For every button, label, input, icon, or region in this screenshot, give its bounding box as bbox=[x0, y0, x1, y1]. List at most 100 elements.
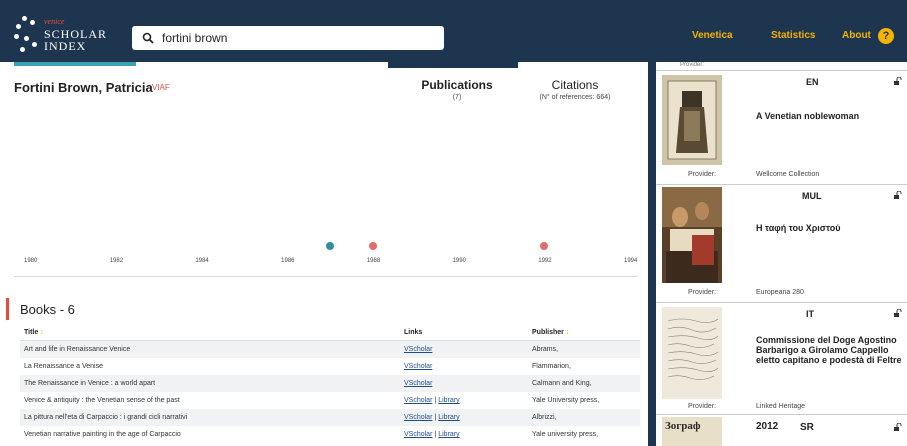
link-vscholar[interactable]: VScholar bbox=[404, 431, 432, 438]
book-publisher: Calmann and King, bbox=[532, 380, 592, 387]
author-name: Fortini Brown, Patricia bbox=[14, 80, 153, 95]
provider-name: Europeana 280 bbox=[756, 289, 804, 296]
related-card[interactable]: Зограф 2012 SR bbox=[656, 414, 907, 446]
timeline-tick-label: 1984 bbox=[195, 258, 209, 264]
provider-label: Provider: bbox=[688, 403, 717, 410]
link-vscholar[interactable]: VScholar bbox=[404, 380, 432, 387]
card-thumbnail: Зограф bbox=[662, 417, 722, 446]
book-title: Venice & antiquity : the Venetian sense … bbox=[24, 397, 180, 404]
logo-mark-icon bbox=[14, 16, 40, 52]
viaf-link[interactable]: VIAF bbox=[152, 83, 170, 92]
provider-name: Linked Heritage bbox=[756, 403, 806, 410]
venice-scholar-index-logo[interactable]: venice SCHOLAR INDEX bbox=[14, 14, 124, 54]
unlock-icon bbox=[894, 77, 902, 85]
card-thumbnail bbox=[662, 307, 722, 399]
link-separator: | bbox=[434, 397, 437, 404]
book-title: La pittura nell'eta di Carpaccio : i gra… bbox=[24, 414, 188, 421]
card-title[interactable]: A Venetian noblewoman bbox=[756, 111, 904, 121]
column-links: Links bbox=[404, 329, 423, 336]
provider-label: Provider: bbox=[688, 289, 717, 296]
logo-index-text: INDEX bbox=[44, 39, 87, 53]
publications-tab[interactable]: Publications bbox=[412, 78, 502, 92]
timeline-tick-label: 1992 bbox=[538, 258, 552, 264]
related-card[interactable]: MUL Η ταφή του Χριστού Provider: Europea… bbox=[656, 184, 907, 300]
book-title: La Renaissance a Venise bbox=[24, 363, 103, 370]
card-thumbnail bbox=[662, 187, 722, 283]
citations-count: (N° of references: 664) bbox=[539, 94, 611, 101]
book-publisher: Yale university press, bbox=[532, 431, 599, 438]
book-title: Venetian narrative painting in the age o… bbox=[24, 431, 181, 438]
search-input[interactable] bbox=[162, 29, 432, 47]
timeline-tick-label: 1980 bbox=[24, 258, 38, 264]
book-links: VScholar bbox=[404, 346, 432, 353]
active-tab-indicator bbox=[14, 62, 136, 66]
table-row: La pittura nell'eta di Carpaccio : i gra… bbox=[20, 409, 640, 426]
nav-statistics[interactable]: Statistics bbox=[771, 30, 815, 41]
book-links: VScholar | Library bbox=[404, 414, 460, 421]
related-card[interactable]: EN A Venetian noblewoman Provider: Wellc… bbox=[656, 70, 907, 182]
link-vscholar[interactable]: VScholar bbox=[404, 363, 432, 370]
help-icon[interactable]: ? bbox=[878, 28, 894, 44]
section-marker bbox=[6, 298, 9, 320]
search-box[interactable] bbox=[132, 26, 444, 50]
top-header: venice SCHOLAR INDEX Venetica Statistics… bbox=[0, 0, 907, 68]
provider-name: Wellcome Collection bbox=[756, 171, 820, 178]
card-year: 2012 bbox=[756, 421, 779, 432]
link-library[interactable]: Library bbox=[438, 431, 459, 438]
books-table: Title ↕ Links Publisher ↕ Art and life i… bbox=[20, 324, 640, 443]
link-separator: | bbox=[434, 431, 437, 438]
search-icon bbox=[142, 32, 154, 44]
book-links: VScholar bbox=[404, 363, 432, 370]
nav-venetica[interactable]: Venetica bbox=[692, 30, 733, 41]
link-vscholar[interactable]: VScholar bbox=[404, 397, 432, 404]
card-language: SR bbox=[800, 422, 814, 433]
timeline-point[interactable] bbox=[368, 242, 377, 250]
link-vscholar[interactable]: VScholar bbox=[404, 414, 432, 421]
thumbnail-text: Зограф bbox=[665, 420, 701, 432]
book-links: VScholar | Library bbox=[404, 397, 460, 404]
timeline-point[interactable] bbox=[326, 242, 334, 250]
table-row: Venice & antiquity : the Venetian sense … bbox=[20, 392, 640, 409]
column-publisher[interactable]: Publisher ↕ bbox=[532, 329, 569, 336]
book-links: VScholar | Library bbox=[404, 431, 460, 438]
publications-tab-indicator bbox=[388, 62, 518, 68]
table-row: Art and life in Renaissance Venice VSchol… bbox=[20, 341, 640, 358]
sort-icon: ↕ bbox=[565, 329, 570, 336]
card-language: IT bbox=[806, 309, 814, 319]
link-vscholar[interactable]: VScholar bbox=[404, 346, 432, 353]
related-card[interactable]: IT Commissione del Doge Agostino Barbari… bbox=[656, 302, 907, 414]
nav-about[interactable]: About bbox=[842, 30, 871, 41]
timeline-tick-label: 1988 bbox=[366, 258, 381, 264]
books-heading: Books - 6 bbox=[20, 302, 75, 317]
unlock-icon bbox=[894, 309, 902, 317]
book-title: The Renaissance in Venice : a world apar… bbox=[24, 380, 156, 387]
timeline-tick-label: 1994 bbox=[624, 258, 638, 264]
unlock-icon bbox=[894, 191, 902, 199]
publications-count: (7) bbox=[452, 94, 462, 101]
provider-label: Provider: bbox=[688, 171, 717, 178]
timeline-point[interactable] bbox=[540, 242, 549, 250]
link-library[interactable]: Library bbox=[438, 397, 459, 404]
unlock-icon bbox=[894, 423, 902, 431]
card-title[interactable]: Commissione del Doge Agostino Barbarigo … bbox=[756, 335, 904, 365]
table-row: Venetian narrative painting in the age o… bbox=[20, 426, 640, 443]
card-language: MUL bbox=[802, 191, 822, 201]
table-row: The Renaissance in Venice : a world apar… bbox=[20, 375, 640, 392]
section-divider bbox=[14, 276, 638, 277]
link-separator: | bbox=[434, 414, 437, 421]
book-publisher: Flammarion, bbox=[532, 363, 571, 370]
book-publisher: Yale University press, bbox=[532, 397, 600, 404]
book-publisher: Abrams, bbox=[532, 346, 559, 353]
citations-tab[interactable]: Citations bbox=[525, 78, 625, 92]
link-library[interactable]: Library bbox=[438, 414, 459, 421]
sort-icon: ↕ bbox=[40, 329, 44, 336]
column-title[interactable]: Title ↕ bbox=[24, 329, 44, 336]
card-title[interactable]: Η ταφή του Χριστού bbox=[756, 223, 904, 233]
book-links: VScholar bbox=[404, 380, 432, 387]
book-publisher: Albrizzi, bbox=[532, 414, 557, 421]
timeline-tick-label: 1990 bbox=[452, 258, 466, 264]
book-title: Art and life in Renaissance Venice bbox=[24, 346, 131, 353]
timeline-tick-label: 1986 bbox=[281, 258, 295, 264]
table-row: La Renaissance a Venise VScholar Flammario… bbox=[20, 358, 640, 375]
timeline-tick-label: 1982 bbox=[109, 258, 124, 264]
